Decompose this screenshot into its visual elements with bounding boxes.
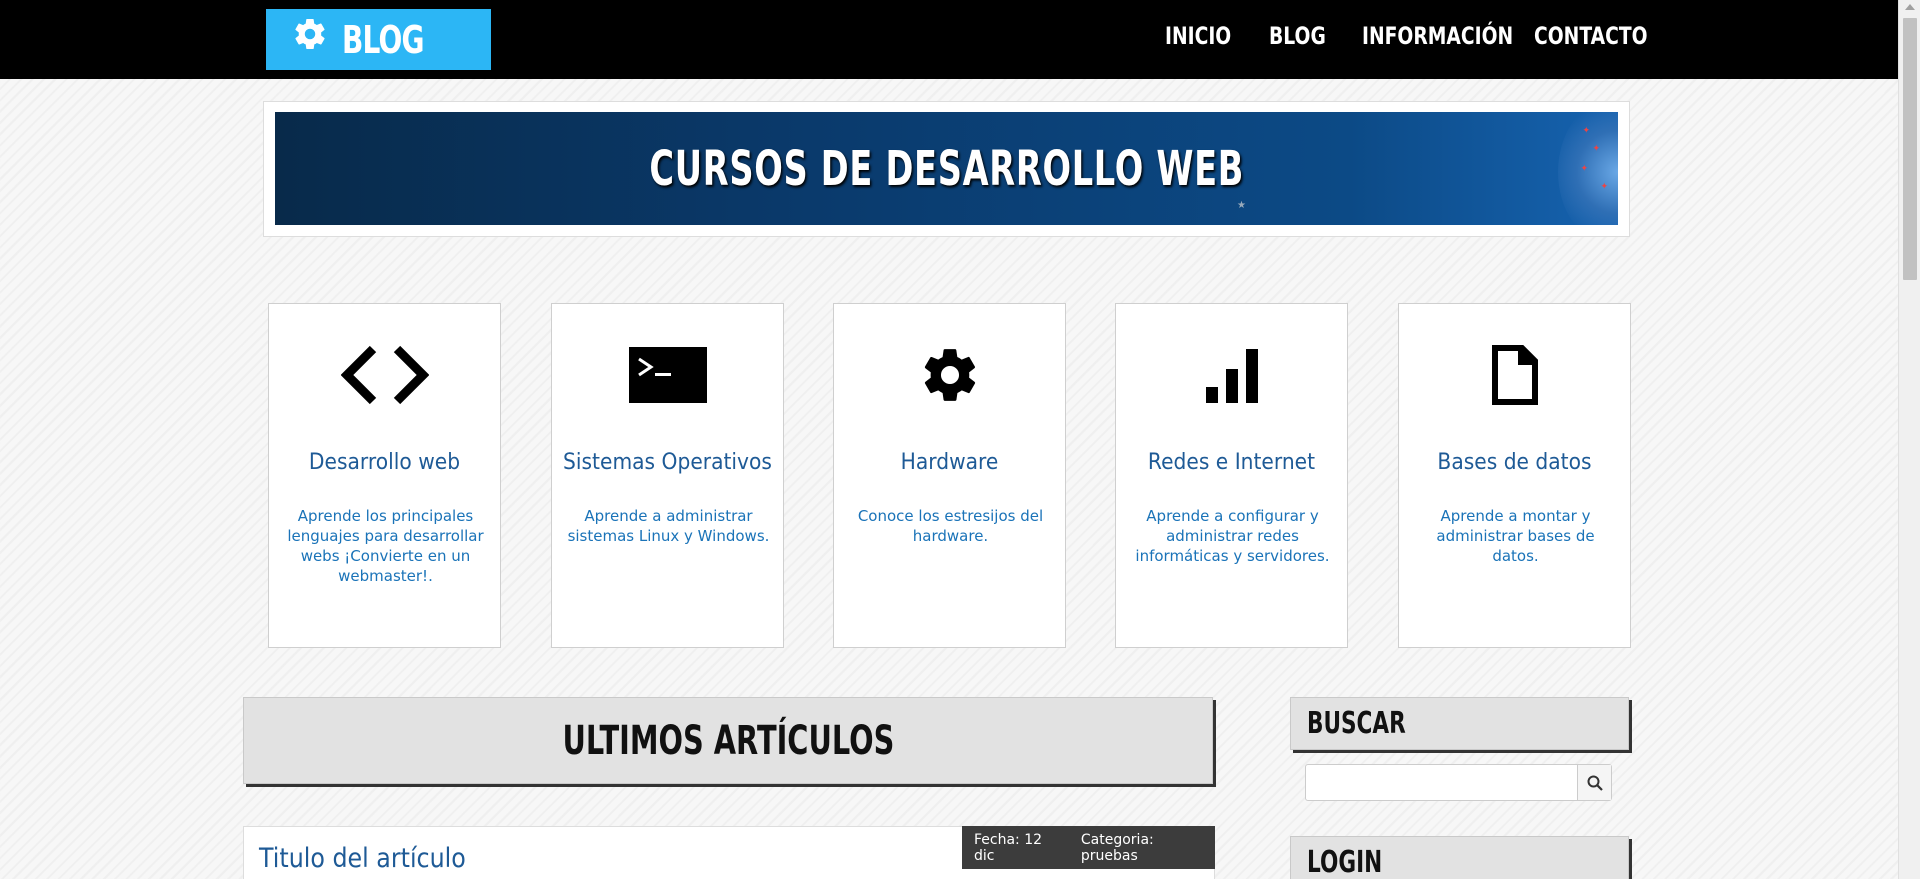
nav-item-inicio[interactable]: INICIO xyxy=(1165,22,1231,50)
latest-articles-header: ULTIMOS ARTÍCULOS xyxy=(243,697,1213,784)
banner-title: CURSOS DE DESARROLLO WEB xyxy=(649,140,1244,197)
search-icon xyxy=(1587,775,1603,791)
top-navbar: BLOG INICIO BLOG INFORMACIÓN CONTACTO xyxy=(0,0,1898,79)
document-icon xyxy=(1491,345,1538,405)
signal-bars-icon xyxy=(1205,349,1258,403)
section-title: ULTIMOS ARTÍCULOS xyxy=(562,717,894,764)
logo-text: BLOG xyxy=(342,17,424,62)
banner-frame: ✦ ✦ ✦ ✦ ★ CURSOS DE DESARROLLO WEB xyxy=(263,101,1630,237)
search-box xyxy=(1305,764,1612,801)
search-widget-header: BUSCAR xyxy=(1290,697,1629,750)
login-widget-title: LOGIN xyxy=(1307,845,1383,879)
star-decoration: ★ xyxy=(1237,200,1246,211)
category-description: Aprende los principales lenguajes para d… xyxy=(287,507,484,585)
terminal-icon xyxy=(628,347,707,403)
hero-banner: ✦ ✦ ✦ ✦ ★ CURSOS DE DESARROLLO WEB xyxy=(275,112,1618,225)
category-description: Aprende a montar y administrar bases de … xyxy=(1436,507,1595,565)
search-widget-title: BUSCAR xyxy=(1307,706,1406,741)
login-widget-header: LOGIN xyxy=(1290,836,1629,879)
category-description: Aprende a administrar sistemas Linux y W… xyxy=(567,507,770,545)
spark-decoration: ✦ xyxy=(1600,182,1608,192)
category-card-bases-de-datos[interactable]: Bases de datos Aprende a montar y admini… xyxy=(1398,303,1631,648)
nav-item-informacion[interactable]: INFORMACIÓN xyxy=(1362,22,1513,50)
category-description: Aprende a configurar y administrar redes… xyxy=(1135,507,1330,565)
category-title: Sistemas Operativos xyxy=(563,450,772,475)
scroll-thumb[interactable] xyxy=(1903,18,1917,280)
nav-item-blog[interactable]: BLOG xyxy=(1269,22,1326,50)
category-title: Bases de datos xyxy=(1437,450,1592,475)
spark-decoration: ✦ xyxy=(1582,126,1590,136)
search-button[interactable] xyxy=(1577,765,1611,800)
category-title: Redes e Internet xyxy=(1147,450,1316,475)
article-date: Fecha: 12 dic xyxy=(974,831,1043,864)
gear-icon xyxy=(924,349,975,401)
article-meta-badge: Fecha: 12 dic Categoria: pruebas xyxy=(962,826,1215,869)
search-input[interactable] xyxy=(1306,765,1578,800)
spark-decoration: ✦ xyxy=(1592,144,1600,154)
article-title-link[interactable]: Titulo del artículo xyxy=(259,843,466,874)
gear-icon xyxy=(292,16,328,59)
spark-decoration: ✦ xyxy=(1580,164,1588,174)
article-category: Categoria: pruebas xyxy=(1080,831,1154,864)
category-card-redes-internet[interactable]: Redes e Internet Aprende a configurar y … xyxy=(1115,303,1348,648)
category-description: Conoce los estresijos del hardware. xyxy=(857,507,1044,545)
category-title: Hardware xyxy=(900,450,999,475)
category-card-desarrollo-web[interactable]: Desarrollo web Aprende los principales l… xyxy=(268,303,501,648)
nav-item-contacto[interactable]: CONTACTO xyxy=(1534,22,1648,50)
page-scrollbar[interactable] xyxy=(1898,0,1920,879)
category-card-sistemas-operativos[interactable]: Sistemas Operativos Aprende a administra… xyxy=(551,303,784,648)
category-title: Desarrollo web xyxy=(308,450,461,475)
scroll-up-arrow-icon[interactable] xyxy=(1905,4,1915,10)
code-icon xyxy=(340,345,429,405)
logo-link[interactable]: BLOG xyxy=(266,9,491,70)
category-card-hardware[interactable]: Hardware Conoce los estresijos del hardw… xyxy=(833,303,1066,648)
